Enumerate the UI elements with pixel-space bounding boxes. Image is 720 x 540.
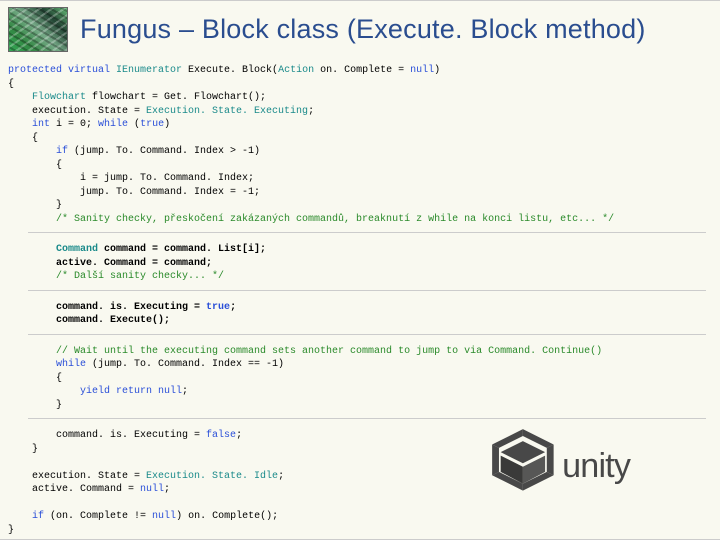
line26a: active. Command =	[8, 484, 140, 495]
line23c: ;	[236, 430, 242, 441]
line5f: )	[164, 119, 170, 130]
brace-loop-open: {	[8, 133, 38, 144]
brace-while-open: {	[8, 373, 62, 384]
line16a: command. is. Executing =	[8, 302, 206, 313]
line5d: (	[128, 119, 140, 130]
fractal-logo	[8, 7, 68, 52]
line25c: ;	[278, 471, 284, 482]
line3b: flowchart = Get. Flowchart();	[86, 92, 266, 103]
line25a: execution. State =	[8, 471, 146, 482]
slide-title: Fungus – Block class (Execute. Block met…	[80, 14, 646, 45]
brace-while-close: }	[8, 400, 62, 411]
code-block: protected virtual IEnumerator Execute. B…	[0, 60, 720, 226]
brace-if-close: }	[8, 200, 62, 211]
kw-null-3: null	[152, 511, 176, 522]
kw-protected-virtual: protected virtual	[8, 65, 116, 76]
line26c: ;	[164, 484, 170, 495]
sig-1: Execute. Block(	[182, 65, 278, 76]
brace-close: }	[8, 525, 14, 536]
line17: command. Execute();	[8, 315, 170, 326]
type-ienumerator: IEnumerator	[116, 65, 182, 76]
line13b: command = command. List[i];	[98, 244, 266, 255]
comment-wait: // Wait until the executing command sets…	[8, 346, 602, 357]
brace-loop-close: }	[8, 444, 38, 455]
line10: jump. To. Command. Index = -1;	[8, 187, 260, 198]
line19b: (jump. To. Command. Index == -1)	[86, 359, 284, 370]
kw-while-1: while	[98, 119, 128, 130]
enum-idle: Execution. State. Idle	[146, 471, 278, 482]
type-flowchart: Flowchart	[8, 92, 86, 103]
line27b: (on. Complete !=	[44, 511, 152, 522]
code-block-4: // Wait until the executing command sets…	[0, 341, 720, 413]
line27d: ) on. Complete();	[176, 511, 278, 522]
slide-header: Fungus – Block class (Execute. Block met…	[0, 1, 720, 60]
kw-if-1: if	[8, 146, 68, 157]
divider-3	[28, 334, 706, 335]
line9: i = jump. To. Command. Index;	[8, 173, 254, 184]
comment-sanity-1: /* Sanity checky, přeskočení zakázaných …	[8, 214, 614, 225]
enum-executing: Execution. State. Executing	[146, 106, 308, 117]
kw-while-2: while	[8, 359, 86, 370]
code-block-3: command. is. Executing = true; command. …	[0, 297, 720, 328]
kw-int: int	[8, 119, 50, 130]
brace-if-open: {	[8, 160, 62, 171]
comment-sanity-2: /* Další sanity checky... */	[8, 271, 224, 282]
sig-3: )	[434, 65, 440, 76]
line21b: ;	[182, 386, 188, 397]
kw-null-1: null	[410, 65, 434, 76]
line4c: ;	[308, 106, 314, 117]
divider-2	[28, 290, 706, 291]
line5b: i = 0;	[50, 119, 98, 130]
divider-4	[28, 418, 706, 419]
line14: active. Command = command;	[8, 258, 212, 269]
kw-yield-return-null: yield return null	[8, 386, 182, 397]
type-command: Command	[8, 244, 98, 255]
line7b: (jump. To. Command. Index > -1)	[68, 146, 260, 157]
kw-if-2: if	[8, 511, 44, 522]
type-action: Action	[278, 65, 314, 76]
kw-false: false	[206, 430, 236, 441]
divider-1	[28, 232, 706, 233]
brace-open: {	[8, 79, 14, 90]
sig-2: on. Complete =	[314, 65, 410, 76]
kw-true-1: true	[140, 119, 164, 130]
line23a: command. is. Executing =	[8, 430, 206, 441]
code-block-5: command. is. Executing = false; } execut…	[0, 425, 720, 537]
kw-true-2: true	[206, 302, 230, 313]
line16c: ;	[230, 302, 236, 313]
code-block-2: Command command = command. List[i]; acti…	[0, 239, 720, 284]
line4a: execution. State =	[8, 106, 146, 117]
kw-null-2: null	[140, 484, 164, 495]
